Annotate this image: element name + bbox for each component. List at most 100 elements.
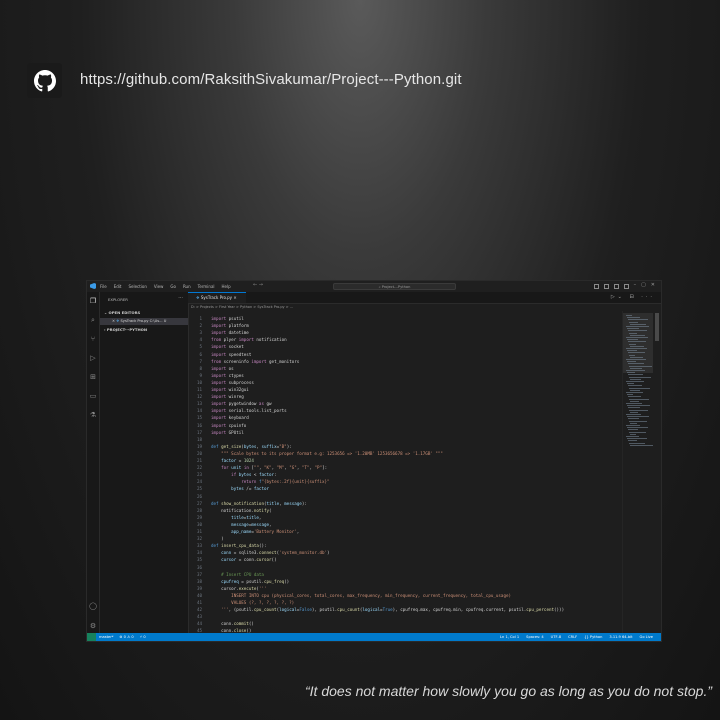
code-text: import serial.tools.list_ports: [211, 408, 287, 414]
minimap-line: [629, 387, 650, 389]
project-folder-label: PROJECT---PYTHON: [106, 327, 148, 332]
layout-icon[interactable]: [623, 284, 629, 289]
code-text: import subprocess: [211, 379, 254, 385]
git-branch-status[interactable]: master*: [99, 633, 113, 641]
menu-run[interactable]: Run: [183, 284, 191, 289]
toggle-sidebar-icon[interactable]: [593, 284, 599, 289]
manage-gear-icon[interactable]: ⚙: [89, 622, 97, 630]
minimap-line: [626, 414, 641, 415]
open-editor-item[interactable]: ✕ ❖ SysTrack Pro.py C:\Us... U: [100, 318, 188, 325]
command-center-search[interactable]: ⌕ Project---Python: [333, 283, 456, 290]
line-number: 42: [196, 607, 202, 613]
line-number: 36: [196, 564, 202, 570]
activity-bar: ❐ ⌕ ⑂ ▷ ⊞ ▭ ⚗ ◯ ⚙: [87, 292, 100, 633]
menu-go[interactable]: Go: [170, 284, 176, 289]
line-number: 41: [196, 600, 202, 605]
problems-status[interactable]: ⊗ 0 ⚠ 0: [119, 633, 133, 641]
minimap-line: [626, 315, 632, 316]
indentation-status[interactable]: Spaces: 4: [526, 633, 543, 641]
minimap-line: [629, 442, 645, 444]
code-text: conn = sqlite3.connect('system_monitor.d…: [221, 550, 330, 556]
minimap-line: [627, 317, 640, 319]
line-number: 6: [199, 351, 202, 357]
toggle-secondary-sidebar-icon[interactable]: [613, 284, 619, 289]
line-number: 30: [196, 521, 202, 527]
line-number: 5: [199, 344, 202, 350]
code-text: cursor.execute(''': [211, 585, 267, 591]
minimap-line: [627, 416, 649, 418]
line-number: 39: [196, 585, 202, 591]
minimap-line: [627, 350, 637, 352]
explorer-icon[interactable]: ❐: [89, 297, 97, 305]
tab-label: SysTrack Pro.py: [200, 295, 233, 300]
tab-systrack-pro[interactable]: ❖ SysTrack Pro.py ✕: [188, 292, 246, 303]
line-number: 19: [196, 443, 202, 449]
ports-status[interactable]: ⚡ 0: [140, 633, 146, 641]
minimap-line: [628, 385, 642, 387]
line-number: 20: [196, 450, 202, 456]
github-url-link[interactable]: https://github.com/RaksithSivakumar/Proj…: [80, 71, 462, 88]
minimize-icon[interactable]: –: [634, 282, 637, 289]
menu-file[interactable]: File: [100, 284, 107, 289]
minimap-line: [630, 400, 639, 402]
menu-selection[interactable]: Selection: [128, 284, 146, 289]
toggle-panel-icon[interactable]: [603, 284, 609, 289]
testing-icon[interactable]: ⚗: [89, 411, 97, 419]
remote-explorer-icon[interactable]: ▭: [89, 392, 97, 400]
run-debug-icon[interactable]: ▷: [89, 354, 97, 362]
source-control-icon[interactable]: ⑂: [89, 335, 97, 343]
line-number: 26: [196, 493, 202, 499]
explorer-sidebar: EXPLORER ··· ⌄ OPEN EDITORS ✕ ❖ SysTrack…: [100, 292, 189, 633]
menu-view[interactable]: View: [154, 284, 164, 289]
code-text: import GPUtil: [211, 429, 244, 435]
run-python-file-icon[interactable]: ▷⌄ ⊟ ···: [611, 294, 655, 300]
cursor-position-status[interactable]: Ln 1, Col 1: [500, 633, 519, 641]
language-mode-status[interactable]: {} Python: [584, 633, 602, 641]
minimap-line: [627, 383, 634, 385]
close-icon[interactable]: ✕: [651, 282, 655, 289]
nav-arrows-icon[interactable]: ← →: [253, 282, 263, 288]
code-text: return f"{bytes:.2f}{unit}{suffix}": [241, 479, 330, 485]
code-text: import winreg: [211, 394, 244, 400]
project-folder[interactable]: › PROJECT---PYTHON: [104, 327, 147, 332]
interpreter-status[interactable]: 3.11.9 64-bit: [609, 633, 632, 641]
breadcrumb[interactable]: D: > Projects > First Year > Python > Sy…: [191, 305, 293, 309]
maximize-icon[interactable]: ▢: [641, 282, 646, 289]
minimap-line: [626, 337, 648, 338]
more-actions-icon[interactable]: ···: [178, 295, 183, 301]
minimap-line: [630, 323, 646, 325]
minimap-line: [628, 374, 643, 376]
line-number: 44: [196, 621, 202, 627]
code-editor[interactable]: 1 import psutil 2 import platform 3 import da…: [188, 311, 631, 633]
minimap-line: [628, 330, 647, 332]
open-editors-section[interactable]: ⌄ OPEN EDITORS: [104, 310, 140, 315]
code-text: for unit in ["", "K", "M", "G", "T", "P"…: [221, 465, 328, 471]
go-live-status[interactable]: Go Live: [640, 633, 653, 641]
minimap-line: [630, 356, 643, 358]
eol-status[interactable]: CRLF: [568, 633, 577, 641]
code-text: import socket: [211, 344, 244, 350]
account-icon[interactable]: ◯: [89, 602, 97, 610]
menu-edit[interactable]: Edit: [114, 284, 122, 289]
code-text: import pygetwindow as gw: [211, 401, 272, 407]
minimap-line: [629, 398, 649, 400]
minimap-line: [629, 354, 635, 356]
minimap[interactable]: [622, 311, 661, 633]
editor-scrollbar[interactable]: [655, 313, 659, 341]
menu-terminal[interactable]: Terminal: [198, 284, 215, 289]
encoding-status[interactable]: UTF-8: [551, 633, 561, 641]
minimap-line: [630, 367, 642, 369]
command-center-label: Project---Python: [381, 284, 411, 289]
status-bar: master* ⊗ 0 ⚠ 0 ⚡ 0 Ln 1, Col 1 Spaces: …: [87, 633, 661, 641]
minimap-line: [629, 343, 636, 345]
code-text: def insert_cpu_data():: [211, 543, 267, 549]
extensions-icon[interactable]: ⊞: [89, 373, 97, 381]
menu-help[interactable]: Help: [222, 284, 231, 289]
line-number: 14: [196, 408, 202, 414]
code-text: from screeninfo import get_monitors: [211, 358, 300, 364]
search-icon[interactable]: ⌕: [89, 316, 97, 324]
line-number: 7: [199, 358, 202, 364]
remote-indicator-icon[interactable]: [87, 633, 96, 641]
line-number: 33: [196, 543, 202, 549]
vscode-window: File Edit Selection View Go Run Terminal…: [86, 280, 662, 642]
